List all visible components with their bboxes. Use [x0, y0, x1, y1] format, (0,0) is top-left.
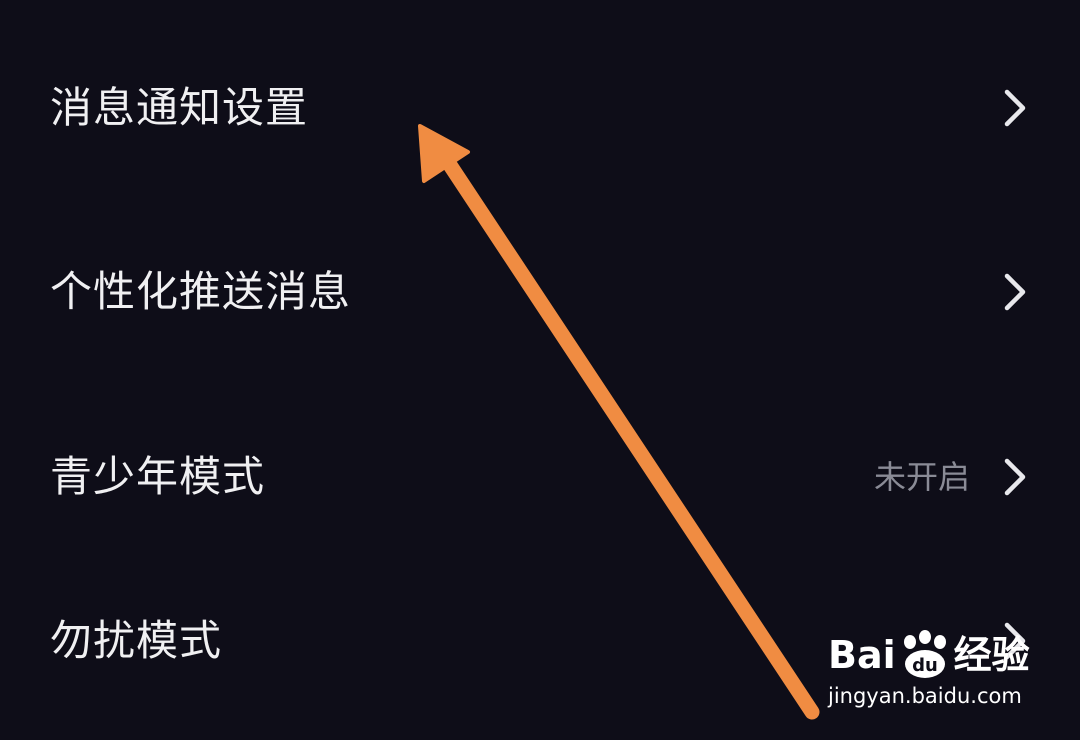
settings-item-label: 青少年模式 — [50, 452, 266, 501]
settings-item-label: 消息通知设置 — [50, 83, 309, 132]
teen-mode-status: 未开启 — [873, 458, 970, 496]
settings-item-label: 个性化推送消息 — [50, 267, 352, 316]
watermark-logo-text-cn: 经验 — [953, 633, 1030, 677]
chevron-right-icon — [1004, 89, 1026, 127]
settings-item-notification[interactable]: 消息通知设置 — [0, 33, 1080, 183]
settings-item-teen-mode[interactable]: 青少年模式 未开启 — [0, 402, 1080, 552]
baidu-jingyan-watermark: Bai du 经验 jingyan.baidu.com — [828, 622, 1030, 722]
chevron-right-icon — [1004, 458, 1026, 496]
svg-text:du: du — [912, 655, 938, 676]
baidu-paw-icon: du — [903, 630, 946, 678]
watermark-url: jingyan.baidu.com — [828, 684, 1022, 708]
watermark-logo: Bai du 经验 — [828, 630, 1030, 680]
settings-item-personalized-push[interactable]: 个性化推送消息 — [0, 217, 1080, 367]
settings-item-label: 勿扰模式 — [50, 616, 223, 665]
watermark-logo-text: Bai — [828, 633, 896, 677]
chevron-right-icon — [1004, 273, 1026, 311]
